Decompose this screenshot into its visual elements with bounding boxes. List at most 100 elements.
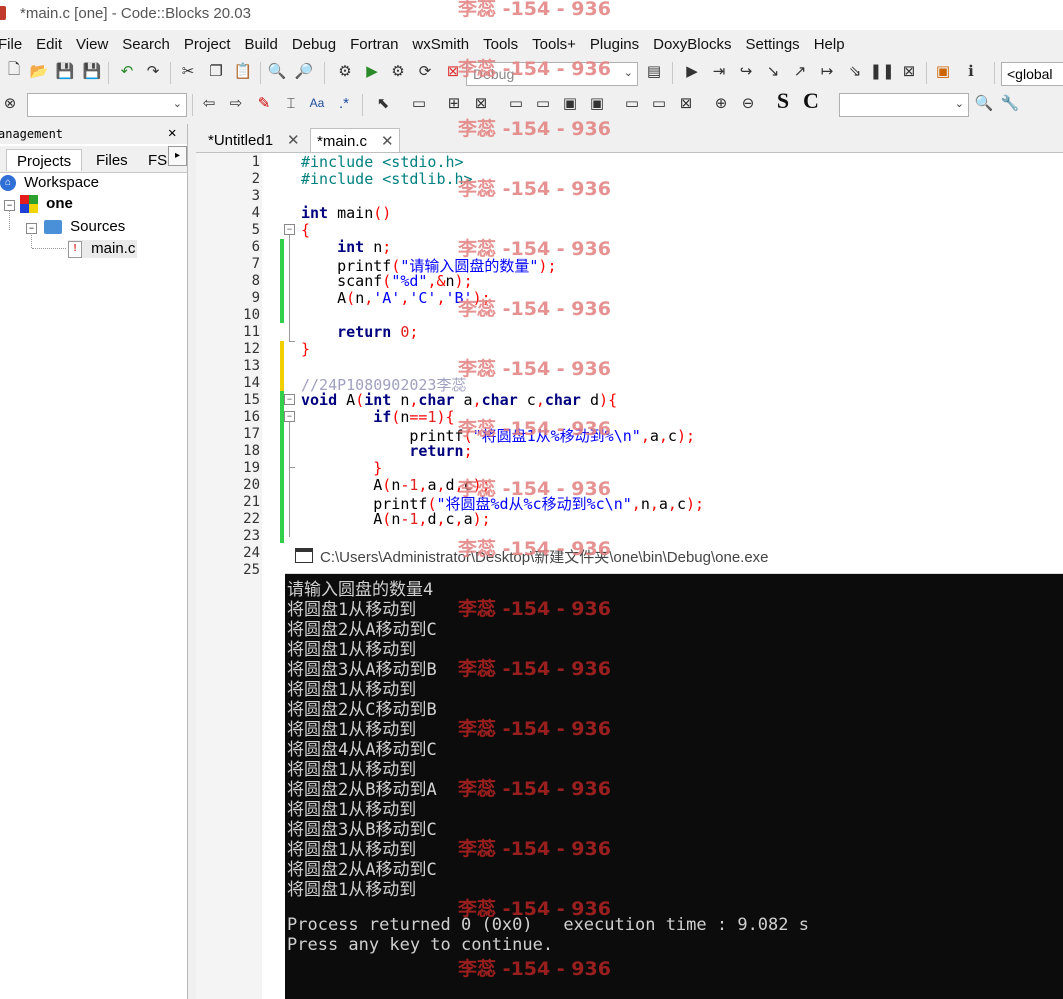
- line-number: 13: [243, 358, 260, 374]
- tree-folder-sources[interactable]: Sources: [44, 218, 125, 235]
- folder-icon: [44, 220, 62, 235]
- menu-wxsmith[interactable]: wxSmith: [412, 36, 469, 53]
- tab-untitled1[interactable]: *Untitled1 ✕: [202, 128, 310, 152]
- close-circle-icon[interactable]: ⊗: [0, 93, 20, 113]
- management-title: anagement: [0, 127, 64, 141]
- close-icon[interactable]: ✕: [168, 125, 176, 141]
- highlight-icon[interactable]: ✎: [254, 93, 274, 113]
- save-all-icon[interactable]: 💾: [82, 61, 102, 81]
- file-modified-icon: !: [68, 240, 82, 258]
- open-folder-icon[interactable]: 📂: [29, 61, 49, 81]
- console-title-bar: C:\Users\Administrator\Desktop\新建文件夹\one…: [285, 537, 1063, 574]
- shape-1-icon[interactable]: ▭: [622, 93, 642, 113]
- zoom-out-icon[interactable]: ⊖: [738, 93, 758, 113]
- chevron-down-icon: ⌄: [954, 98, 964, 110]
- workspace-icon: ⌂: [0, 175, 16, 192]
- watermark-text: 李蕊 -154 - 936: [458, 538, 611, 560]
- block-4-icon[interactable]: ▣: [587, 93, 607, 113]
- shape-2-icon[interactable]: ▭: [649, 93, 669, 113]
- rectangle-icon[interactable]: ▭: [409, 93, 429, 113]
- select-text-icon[interactable]: ⌶: [281, 93, 301, 113]
- grid-icon[interactable]: ⊞: [444, 93, 464, 113]
- build-gear-icon[interactable]: ⚙: [335, 61, 355, 81]
- pause-icon[interactable]: ❚❚: [869, 61, 894, 81]
- s-button[interactable]: S: [773, 88, 793, 113]
- tab-main-c[interactable]: *main.c ✕: [310, 128, 400, 152]
- run-icon[interactable]: ▶: [362, 61, 382, 81]
- close-icon[interactable]: ✕: [381, 133, 394, 150]
- line-number: 2: [251, 171, 260, 187]
- redo-icon[interactable]: ↷: [143, 61, 163, 81]
- menu-project[interactable]: Project: [184, 36, 231, 53]
- toolbar-separator: [672, 62, 673, 84]
- save-icon[interactable]: 💾: [55, 61, 75, 81]
- block-2-icon[interactable]: ▭: [533, 93, 553, 113]
- tab-projects[interactable]: Projects: [6, 149, 82, 171]
- symbol-combo[interactable]: ⌄: [839, 93, 969, 117]
- grid-diagonal-icon[interactable]: ⊠: [471, 93, 491, 113]
- menu-plugins[interactable]: Plugins: [590, 36, 639, 53]
- menu-doxyblocks[interactable]: DoxyBlocks: [653, 36, 731, 53]
- line-number: 6: [251, 239, 260, 255]
- close-icon[interactable]: ✕: [287, 132, 300, 149]
- block-3-icon[interactable]: ▣: [560, 93, 580, 113]
- copy-icon[interactable]: ❐: [206, 61, 226, 81]
- show-target-dialog-icon[interactable]: ▤: [644, 61, 664, 81]
- tree-file-main-c[interactable]: ! main.c: [68, 240, 138, 258]
- build-and-run-icon[interactable]: ⚙: [388, 61, 408, 81]
- tab-scroll-right-icon[interactable]: ▸: [168, 146, 187, 166]
- match-case-icon[interactable]: Aa: [307, 93, 327, 113]
- block-1-icon[interactable]: ▭: [506, 93, 526, 113]
- menu-tools[interactable]: Tools: [483, 36, 518, 53]
- menu-tools-plus[interactable]: Tools+: [532, 36, 576, 53]
- arrow-left-icon[interactable]: ⇦: [199, 93, 219, 113]
- fold-collapse-icon[interactable]: −: [284, 224, 295, 235]
- info-icon[interactable]: ℹ: [961, 61, 981, 81]
- debug-windows-icon[interactable]: ▣: [933, 61, 953, 81]
- cut-icon[interactable]: ✂: [178, 61, 198, 81]
- undo-icon[interactable]: ↶: [117, 61, 137, 81]
- watermark-text: 李蕊 -154 - 936: [458, 658, 611, 680]
- step-out-icon[interactable]: ↗: [790, 61, 810, 81]
- code-scope-select[interactable]: <global: [1001, 62, 1063, 86]
- new-file-icon[interactable]: 🗋: [4, 61, 24, 81]
- menu-fortran[interactable]: Fortran: [350, 36, 398, 53]
- menu-search[interactable]: Search: [122, 36, 170, 53]
- search-icon[interactable]: 🔍: [974, 93, 994, 113]
- run-to-cursor-icon[interactable]: ⇥: [709, 61, 729, 81]
- menu-edit[interactable]: Edit: [36, 36, 62, 53]
- tab-files[interactable]: Files: [96, 149, 146, 171]
- pointer-icon[interactable]: ⬉: [373, 93, 393, 113]
- zoom-in-icon[interactable]: ⊕: [711, 93, 731, 113]
- paste-icon[interactable]: 📋: [233, 61, 253, 81]
- menu-file[interactable]: File: [0, 36, 22, 53]
- replace-icon[interactable]: 🔎: [294, 61, 314, 81]
- fold-collapse-icon[interactable]: −: [284, 411, 295, 422]
- menu-build[interactable]: Build: [245, 36, 278, 53]
- debug-continue-icon[interactable]: ▶: [682, 61, 702, 81]
- tab-fs[interactable]: FS: [148, 149, 168, 171]
- wrench-icon[interactable]: 🔧: [1000, 93, 1020, 113]
- arrow-right-icon[interactable]: ⇨: [226, 93, 246, 113]
- next-line-icon[interactable]: ↪: [736, 61, 756, 81]
- menu-help[interactable]: Help: [814, 36, 845, 53]
- search-combo[interactable]: ⌄: [27, 93, 187, 117]
- regex-icon[interactable]: .*: [334, 93, 354, 113]
- next-instruction-icon[interactable]: ↦: [817, 61, 837, 81]
- line-number: 25: [243, 562, 260, 578]
- tree-project-one[interactable]: one: [20, 195, 73, 214]
- console-window[interactable]: C:\Users\Administrator\Desktop\新建文件夹\one…: [285, 537, 1063, 999]
- menu-settings[interactable]: Settings: [745, 36, 799, 53]
- rebuild-icon[interactable]: ⟳: [415, 61, 435, 81]
- step-into-icon[interactable]: ↘: [763, 61, 783, 81]
- find-icon[interactable]: 🔍: [267, 61, 287, 81]
- c-button[interactable]: C: [801, 88, 821, 113]
- stop-debug-icon[interactable]: ⊠: [899, 61, 919, 81]
- step-instruction-icon[interactable]: ⇘: [845, 61, 865, 81]
- menu-debug[interactable]: Debug: [292, 36, 336, 53]
- fold-collapse-icon[interactable]: −: [284, 394, 295, 405]
- shape-3-icon[interactable]: ⊠: [676, 93, 696, 113]
- tree-workspace[interactable]: ⌂ Workspace: [0, 174, 99, 192]
- watermark-text: 李蕊 -154 - 936: [458, 118, 611, 140]
- menu-view[interactable]: View: [76, 36, 108, 53]
